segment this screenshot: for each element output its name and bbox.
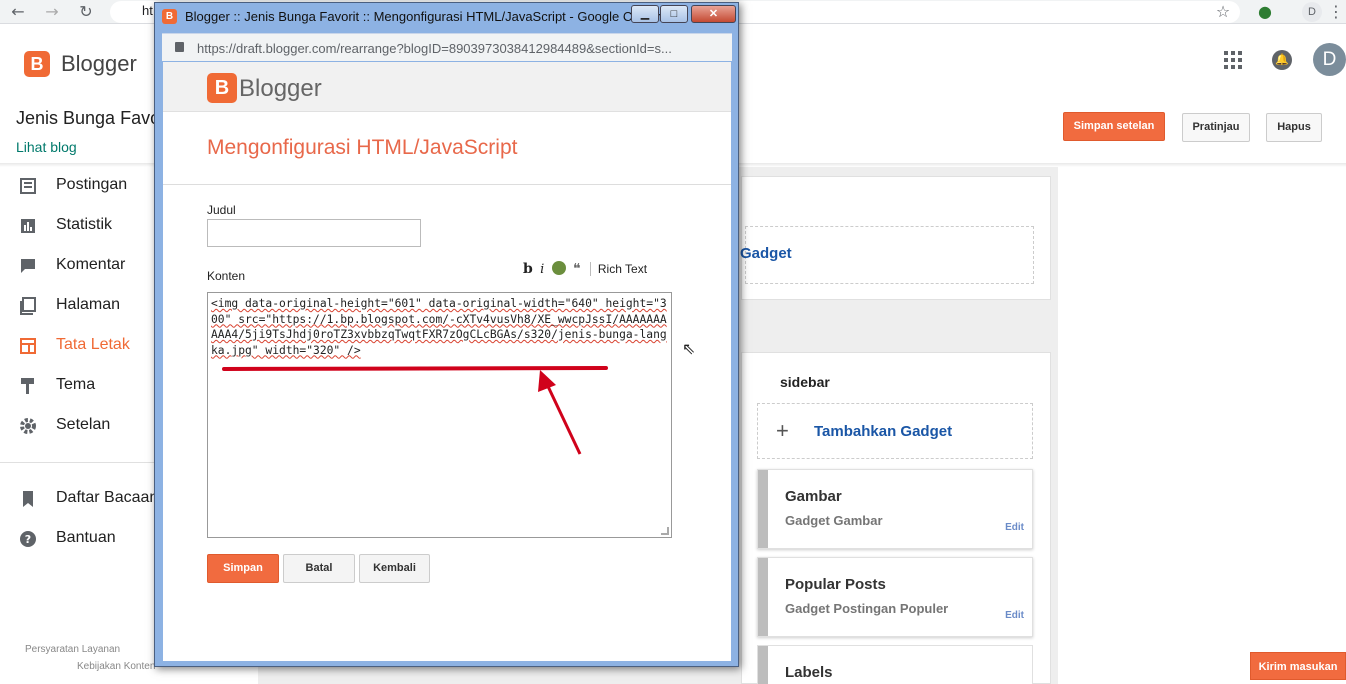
- browser-menu-icon[interactable]: ⋮: [1326, 2, 1346, 22]
- delete-button[interactable]: Hapus: [1266, 113, 1322, 142]
- extension-globe-icon[interactable]: ●: [1255, 2, 1275, 22]
- mouse-cursor-icon: ⇖: [682, 339, 696, 358]
- popup-address-bar[interactable]: https://draft.blogger.com/rearrange?blog…: [162, 33, 732, 61]
- title-label: Judul: [207, 203, 236, 217]
- content-code: <img data-original-height="601" data-ori…: [211, 297, 667, 357]
- posts-icon: [20, 178, 36, 194]
- italic-icon[interactable]: i: [540, 262, 544, 277]
- gadget-card[interactable]: Labels: [757, 645, 1033, 684]
- content-textarea[interactable]: <img data-original-height="601" data-ori…: [207, 292, 672, 538]
- nav-label: Bantuan: [56, 529, 116, 546]
- blogger-favicon-icon: B: [162, 9, 177, 24]
- browser-profile-icon[interactable]: D: [1302, 2, 1322, 22]
- nav-item-tata-letak[interactable]: Tata Letak: [16, 334, 166, 358]
- gadget-subtitle: Gadget Gambar: [785, 513, 883, 528]
- close-icon[interactable]: ✕: [691, 5, 736, 23]
- nav-label: Statistik: [56, 216, 113, 233]
- configure-popup-window: B Blogger :: Jenis Bunga Favorit :: Meng…: [154, 2, 739, 667]
- content-label: Konten: [207, 269, 246, 283]
- nav-divider: [0, 462, 160, 463]
- send-feedback-button[interactable]: Kirim masukan: [1250, 652, 1346, 680]
- drag-handle-icon[interactable]: [758, 646, 768, 684]
- title-input[interactable]: [207, 219, 421, 247]
- add-gadget-link[interactable]: Tambahkan Gadget: [814, 423, 952, 440]
- svg-text:?: ?: [25, 533, 31, 546]
- layout-icon: [20, 338, 36, 354]
- gadget-title: Labels: [785, 664, 833, 681]
- popup-url-text: https://draft.blogger.com/rearrange?blog…: [197, 41, 672, 56]
- save-settings-button[interactable]: Simpan setelan: [1063, 112, 1165, 141]
- stats-icon: [21, 219, 35, 233]
- nav-item-setelan[interactable]: Setelan: [16, 414, 166, 438]
- theme-icon: [21, 378, 34, 394]
- gadget-title: Gambar: [785, 488, 842, 505]
- nav-item-komentar[interactable]: Komentar: [16, 254, 166, 278]
- editor-toolbar: b i ❝ Rich Text: [523, 260, 647, 280]
- rich-text-toggle[interactable]: Rich Text: [589, 262, 647, 276]
- blog-title[interactable]: Jenis Bunga Favo: [16, 108, 160, 129]
- popup-header: B Blogger: [163, 62, 731, 112]
- forward-arrow-icon[interactable]: →: [42, 2, 62, 22]
- resize-handle-icon[interactable]: [661, 527, 669, 535]
- bookmark-icon: [23, 491, 33, 507]
- nav-label: Halaman: [56, 296, 121, 313]
- gadget-edit-link[interactable]: Edit: [1005, 610, 1024, 621]
- terms-link[interactable]: Persyaratan Layanan: [25, 644, 120, 655]
- blogger-logo-icon: B: [207, 73, 237, 103]
- nav-item-daftar-bacaan[interactable]: Daftar Bacaan: [16, 487, 166, 511]
- popup-window-title: Blogger :: Jenis Bunga Favorit :: Mengon…: [185, 9, 670, 24]
- brand-name: Blogger: [61, 51, 137, 76]
- save-button[interactable]: Simpan: [207, 554, 279, 583]
- sidebar-section-title: sidebar: [780, 374, 830, 390]
- add-gadget-link-top[interactable]: Gadget: [740, 245, 792, 262]
- cancel-button[interactable]: Batal: [283, 554, 355, 583]
- nav-item-halaman[interactable]: Halaman: [16, 294, 166, 318]
- nav-item-statistik[interactable]: Statistik: [16, 214, 166, 238]
- gadget-subtitle: Gadget Postingan Populer: [785, 601, 949, 616]
- content-policy-link[interactable]: Kebijakan Konten: [77, 661, 155, 672]
- back-arrow-icon[interactable]: ←: [8, 2, 28, 22]
- bold-icon[interactable]: b: [523, 261, 533, 277]
- nav-label: Setelan: [56, 416, 111, 433]
- apps-grid-icon[interactable]: [1224, 51, 1242, 69]
- gadget-edit-link[interactable]: Edit: [1005, 522, 1024, 533]
- gadget-card[interactable]: Gambar Gadget Gambar Edit: [757, 469, 1033, 549]
- view-blog-link[interactable]: Lihat blog: [16, 139, 77, 155]
- help-icon: ?: [20, 531, 36, 547]
- account-avatar[interactable]: D: [1313, 43, 1346, 76]
- drag-handle-icon[interactable]: [758, 470, 768, 548]
- nav-label: Postingan: [56, 176, 128, 193]
- address-text: ht: [142, 3, 153, 18]
- nav-item-bantuan[interactable]: ? Bantuan: [16, 527, 166, 551]
- nav-item-postingan[interactable]: Postingan: [16, 174, 166, 198]
- divider: [163, 184, 731, 185]
- drag-handle-icon[interactable]: [758, 558, 768, 636]
- preview-button[interactable]: Pratinjau: [1182, 113, 1250, 142]
- settings-icon: [20, 418, 36, 434]
- maximize-icon[interactable]: □: [660, 5, 688, 23]
- nav-label: Tata Letak: [56, 336, 130, 353]
- bookmark-star-icon[interactable]: ☆: [1213, 2, 1233, 22]
- nav-label: Daftar Bacaan: [56, 489, 159, 506]
- image-icon[interactable]: [551, 261, 566, 275]
- gadget-title: Popular Posts: [785, 576, 886, 593]
- nav-label: Tema: [56, 376, 96, 393]
- minimize-icon[interactable]: ▁: [631, 5, 659, 23]
- comment-icon: [21, 259, 35, 273]
- notifications-bell-icon[interactable]: 🔔: [1272, 50, 1292, 70]
- popup-content: B Blogger Mengonfigurasi HTML/JavaScript…: [162, 61, 732, 662]
- plus-icon[interactable]: +: [776, 419, 789, 443]
- pages-icon: [20, 297, 36, 315]
- back-button[interactable]: Kembali: [359, 554, 430, 583]
- quote-icon[interactable]: ❝: [573, 260, 581, 277]
- popup-brand: Blogger: [239, 75, 322, 102]
- nav-label: Komentar: [56, 256, 126, 273]
- blogger-logo-icon[interactable]: B: [24, 51, 50, 77]
- gadget-card[interactable]: Popular Posts Gadget Postingan Populer E…: [757, 557, 1033, 637]
- reload-icon[interactable]: ↻: [76, 2, 96, 22]
- nav-item-tema[interactable]: Tema: [16, 374, 166, 398]
- lock-icon: [175, 42, 184, 52]
- config-heading: Mengonfigurasi HTML/JavaScript: [207, 136, 518, 159]
